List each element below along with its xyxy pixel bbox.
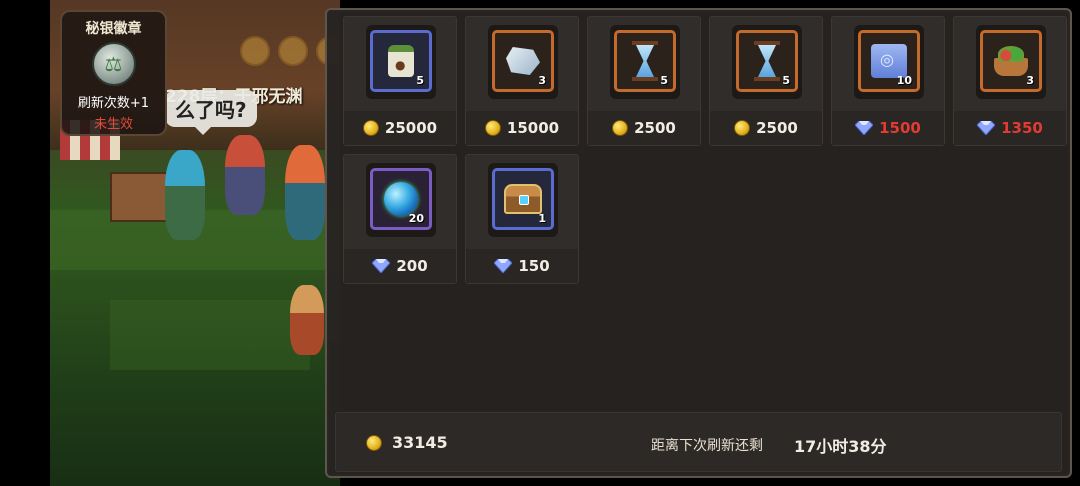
scene-character[interactable] xyxy=(285,145,325,240)
shop-item-card[interactable]: 3 1350 xyxy=(953,16,1067,146)
shop-item-card[interactable]: 1 150 xyxy=(465,154,579,284)
price-bar: 2500 xyxy=(588,111,700,145)
wheat-icon xyxy=(240,36,270,66)
diamond-icon xyxy=(494,259,513,273)
item-price: 25000 xyxy=(384,119,438,137)
price-bar: 15000 xyxy=(466,111,578,145)
item-slot: 10 xyxy=(858,30,920,92)
item-quantity: 3 xyxy=(538,74,546,87)
diamond-icon xyxy=(372,259,391,273)
badge-title: 秘银徽章 xyxy=(85,21,142,37)
diamond-icon xyxy=(855,121,874,135)
blue-scroll-icon xyxy=(871,44,907,78)
item-quantity: 1 xyxy=(538,212,546,225)
screen-edge xyxy=(1072,0,1080,486)
scene-character[interactable] xyxy=(290,285,324,355)
shop-item-card[interactable]: 10 1500 xyxy=(831,16,945,146)
diamond-icon xyxy=(977,121,996,135)
item-price: 1500 xyxy=(879,119,921,137)
gold-coin-icon xyxy=(734,120,751,136)
item-price: 150 xyxy=(518,257,550,275)
refresh-label: 距离下次刷新还剩 xyxy=(651,438,763,454)
shop-item-card[interactable]: 3 15000 xyxy=(465,16,579,146)
speech-bubble: 么了吗? xyxy=(165,90,257,135)
shop-item-card[interactable]: 5 2500 xyxy=(587,16,701,146)
shop-item-card[interactable]: 5 2500 xyxy=(709,16,823,146)
item-quantity: 3 xyxy=(1026,74,1034,87)
mithril-badge-card[interactable]: 秘银徽章 ⚖ 刷新次数+1 未生效 xyxy=(60,10,167,136)
price-bar: 200 xyxy=(344,249,456,283)
item-price: 15000 xyxy=(506,119,560,137)
shop-panel: 5 25000 3 15000 5 2500 xyxy=(325,8,1072,478)
item-quantity: 10 xyxy=(896,74,912,87)
item-slot: 3 xyxy=(492,30,554,92)
gold-balance: 33145 xyxy=(366,433,448,452)
hourglass-icon xyxy=(632,41,658,81)
item-slot: 1 xyxy=(492,168,554,230)
item-quantity: 5 xyxy=(660,74,668,87)
green-orb-icon xyxy=(384,182,418,216)
gold-amount: 33145 xyxy=(392,433,448,452)
price-bar: 150 xyxy=(466,249,578,283)
item-slot: 5 xyxy=(736,30,798,92)
treasure-chest-icon xyxy=(504,184,542,214)
item-slot: 5 xyxy=(614,30,676,92)
gold-coin-icon xyxy=(484,120,501,136)
hourglass-icon xyxy=(754,41,780,81)
item-price: 200 xyxy=(396,257,428,275)
shop-footer: 33145 距离下次刷新还剩 17小时38分 xyxy=(335,412,1062,472)
item-price: 1350 xyxy=(1001,119,1043,137)
item-price: 2500 xyxy=(634,119,676,137)
badge-status: 未生效 xyxy=(93,117,133,132)
price-bar: 25000 xyxy=(344,111,456,145)
gold-coin-icon xyxy=(366,434,382,451)
paw-jar-icon xyxy=(388,45,414,77)
item-quantity: 20 xyxy=(408,212,424,225)
item-slot: 3 xyxy=(980,30,1042,92)
sun-icon xyxy=(278,36,308,66)
badge-effect: 刷新次数+1 xyxy=(77,96,150,111)
item-price: 2500 xyxy=(756,119,798,137)
item-slot: 5 xyxy=(370,30,432,92)
crystal-stone-icon xyxy=(506,47,540,75)
badge-emblem-icon: ⚖ xyxy=(91,42,136,86)
item-quantity: 5 xyxy=(782,74,790,87)
gold-coin-icon xyxy=(362,120,379,136)
gold-coin-icon xyxy=(612,120,629,136)
refresh-countdown: 17小时38分 xyxy=(794,437,887,456)
shop-item-card[interactable]: 20 200 xyxy=(343,154,457,284)
shop-item-card[interactable]: 5 25000 xyxy=(343,16,457,146)
item-quantity: 5 xyxy=(416,74,424,87)
price-bar: 2500 xyxy=(710,111,822,145)
price-bar: 1500 xyxy=(832,111,944,145)
scene-character[interactable] xyxy=(225,135,265,215)
scene-grass-tile xyxy=(110,300,310,370)
item-slot: 20 xyxy=(370,168,432,230)
scene-character[interactable] xyxy=(165,150,205,240)
food-basket-icon xyxy=(992,44,1030,78)
price-bar: 1350 xyxy=(954,111,1066,145)
